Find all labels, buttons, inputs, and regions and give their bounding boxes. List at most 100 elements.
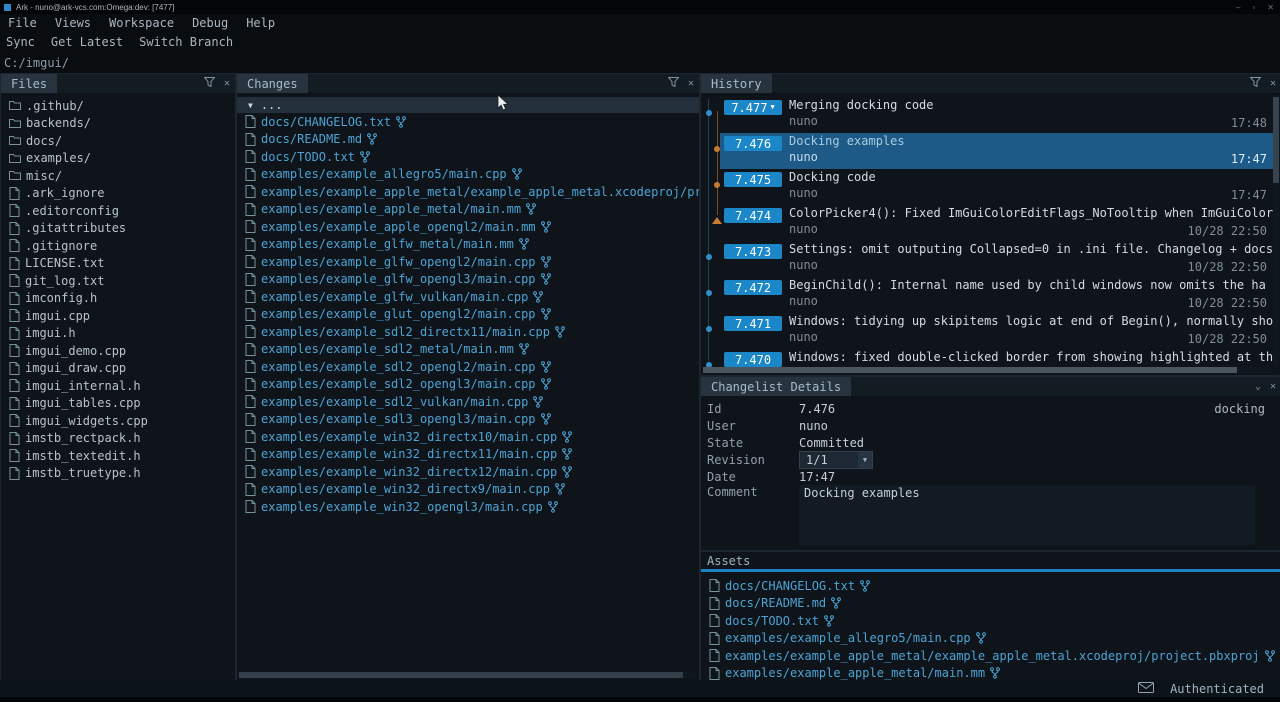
revision-badge[interactable]: 7.474 — [724, 208, 782, 223]
file-tree-item[interactable]: imgui_demo.cpp — [1, 342, 235, 360]
file-tree-item[interactable]: .editorconfig — [1, 202, 235, 220]
scrollbar-thumb[interactable] — [239, 672, 683, 678]
file-tree-item[interactable]: backends/ — [1, 115, 235, 133]
scrollbar-thumb[interactable] — [1273, 97, 1279, 183]
changes-file-item[interactable]: examples/example_win32_directx10/main.cp… — [237, 428, 699, 446]
file-tree-item[interactable]: imgui_internal.h — [1, 377, 235, 395]
asset-file-item[interactable]: examples/example_allegro5/main.cpp — [701, 630, 1280, 648]
maximize-icon[interactable]: ▫ — [1252, 3, 1255, 12]
file-tree-item[interactable]: docs/ — [1, 132, 235, 150]
asset-file-item[interactable]: docs/README.md — [701, 595, 1280, 613]
switch-branch-button[interactable]: Switch Branch — [139, 35, 233, 49]
changes-file-item[interactable]: docs/TODO.txt — [237, 148, 699, 166]
vertical-scrollbar[interactable] — [1273, 95, 1279, 365]
changes-root-node[interactable]: ▼ ... — [237, 97, 699, 113]
changes-file-item[interactable]: examples/example_sdl2_directx11/main.cpp — [237, 323, 699, 341]
file-tree-item[interactable]: imgui_widgets.cpp — [1, 412, 235, 430]
file-tree-item[interactable]: imgui.h — [1, 325, 235, 343]
file-tree-item[interactable]: imstb_rectpack.h — [1, 430, 235, 448]
menu-item-debug[interactable]: Debug — [192, 16, 228, 30]
history-entry[interactable]: 7.475Docking codenuno17:47 — [701, 169, 1273, 205]
changes-file-item[interactable]: examples/example_win32_opengl3/main.cpp — [237, 498, 699, 516]
filter-icon[interactable] — [204, 77, 215, 90]
file-tree-item[interactable]: .ark_ignore — [1, 185, 235, 203]
asset-file-item[interactable]: examples/example_apple_metal/main.mm — [701, 665, 1280, 682]
changes-file-item[interactable]: examples/example_win32_directx11/main.cp… — [237, 446, 699, 464]
file-tree-item[interactable]: .github/ — [1, 97, 235, 115]
history-entry[interactable]: 7.470Windows: fixed double-clicked borde… — [701, 349, 1273, 367]
changes-file-item[interactable]: examples/example_sdl3_opengl3/main.cpp — [237, 411, 699, 429]
horizontal-scrollbar[interactable] — [703, 367, 1271, 373]
changes-file-item[interactable]: docs/CHANGELOG.txt — [237, 113, 699, 131]
minimize-icon[interactable]: – — [1236, 3, 1240, 12]
history-entry[interactable]: 7.476Docking examplesnuno17:47 — [701, 133, 1273, 169]
changes-file-item[interactable]: examples/example_win32_directx12/main.cp… — [237, 463, 699, 481]
asset-file-item[interactable]: docs/CHANGELOG.txt — [701, 577, 1280, 595]
file-tree-item[interactable]: git_log.txt — [1, 272, 235, 290]
tree-expander-icon[interactable]: ▼ — [248, 101, 253, 110]
file-tree-item[interactable]: examples/ — [1, 150, 235, 168]
field-row-user: User nuno — [701, 417, 1280, 434]
history-entry[interactable]: 7.477▼Merging docking codenuno17:48 — [701, 97, 1273, 133]
changes-file-item[interactable]: examples/example_apple_metal/main.mm — [237, 201, 699, 219]
changes-file-item[interactable]: examples/example_sdl2_opengl3/main.cpp — [237, 376, 699, 394]
file-tree-item[interactable]: imstb_textedit.h — [1, 447, 235, 465]
changes-file-item[interactable]: examples/example_sdl2_opengl2/main.cpp — [237, 358, 699, 376]
chevron-down-icon[interactable]: ⌄ — [1255, 381, 1261, 392]
filter-icon[interactable] — [1250, 77, 1261, 90]
revision-badge[interactable]: 7.476 — [724, 136, 782, 151]
changes-file-item[interactable]: docs/README.md — [237, 131, 699, 149]
revision-select[interactable]: 1/1 ▼ — [799, 451, 873, 469]
changes-file-item[interactable]: examples/example_glfw_vulkan/main.cpp — [237, 288, 699, 306]
changes-file-item[interactable]: examples/example_sdl2_metal/main.mm — [237, 341, 699, 359]
close-icon[interactable]: ✕ — [224, 78, 230, 89]
close-icon[interactable]: ✕ — [1270, 381, 1276, 392]
file-tree-item[interactable]: imgui.cpp — [1, 307, 235, 325]
file-tree-item[interactable]: imconfig.h — [1, 290, 235, 308]
chevron-down-icon[interactable]: ▼ — [858, 452, 872, 468]
history-entry[interactable]: 7.471Windows: tidying up skipitems logic… — [701, 313, 1273, 349]
changes-file-item[interactable]: examples/example_apple_opengl2/main.mm — [237, 218, 699, 236]
file-tree-item[interactable]: LICENSE.txt — [1, 255, 235, 273]
file-tree-item[interactable]: imgui_tables.cpp — [1, 395, 235, 413]
close-icon[interactable]: ✕ — [688, 78, 694, 89]
revision-badge[interactable]: 7.477▼ — [724, 100, 782, 115]
filter-icon[interactable] — [668, 77, 679, 90]
file-tree-item[interactable]: imstb_truetype.h — [1, 465, 235, 483]
get-latest-button[interactable]: Get Latest — [51, 35, 123, 49]
sync-button[interactable]: Sync — [6, 35, 35, 49]
revision-badge[interactable]: 7.472 — [724, 280, 782, 295]
revision-badge[interactable]: 7.470 — [724, 352, 782, 367]
close-icon[interactable]: ✕ — [1267, 3, 1274, 12]
file-tree-item[interactable]: misc/ — [1, 167, 235, 185]
revision-badge[interactable]: 7.473 — [724, 244, 782, 259]
changes-file-item[interactable]: examples/example_apple_metal/example_app… — [237, 183, 699, 201]
changes-file-item[interactable]: examples/example_glfw_opengl3/main.cpp — [237, 271, 699, 289]
file-tree-item[interactable]: .gitignore — [1, 237, 235, 255]
changes-file-item[interactable]: examples/example_allegro5/main.cpp — [237, 166, 699, 184]
changes-file-item[interactable]: examples/example_glfw_metal/main.mm — [237, 236, 699, 254]
menu-item-workspace[interactable]: Workspace — [109, 16, 174, 30]
asset-file-item[interactable]: docs/TODO.txt — [701, 612, 1280, 630]
history-entry[interactable]: 7.474ColorPicker4(): Fixed ImGuiColorEdi… — [701, 205, 1273, 241]
changes-file-item[interactable]: examples/example_glut_opengl2/main.cpp — [237, 306, 699, 324]
changes-file-item[interactable]: examples/example_glfw_opengl2/main.cpp — [237, 253, 699, 271]
horizontal-scrollbar[interactable] — [239, 672, 697, 678]
scrollbar-thumb[interactable] — [703, 367, 1237, 373]
field-row-revision: Revision 1/1 ▼ — [701, 451, 1280, 468]
close-icon[interactable]: ✕ — [1270, 78, 1276, 89]
changes-file-item[interactable]: examples/example_sdl2_vulkan/main.cpp — [237, 393, 699, 411]
menu-item-file[interactable]: File — [8, 16, 37, 30]
file-tree-item[interactable]: imgui_draw.cpp — [1, 360, 235, 378]
revision-badge[interactable]: 7.471 — [724, 316, 782, 331]
asset-file-item[interactable]: examples/example_apple_metal/example_app… — [701, 647, 1280, 665]
history-entry[interactable]: 7.473Settings: omit outputing Collapsed=… — [701, 241, 1273, 277]
file-tree-item[interactable]: .gitattributes — [1, 220, 235, 238]
changes-file-item[interactable]: examples/example_win32_directx9/main.cpp — [237, 481, 699, 499]
menu-item-help[interactable]: Help — [246, 16, 275, 30]
revision-badge[interactable]: 7.475 — [724, 172, 782, 187]
menu-item-views[interactable]: Views — [55, 16, 91, 30]
history-entry[interactable]: 7.472BeginChild(): Internal name used by… — [701, 277, 1273, 313]
mail-icon[interactable] — [1138, 682, 1154, 696]
comment-field[interactable]: Docking examples — [799, 485, 1255, 545]
